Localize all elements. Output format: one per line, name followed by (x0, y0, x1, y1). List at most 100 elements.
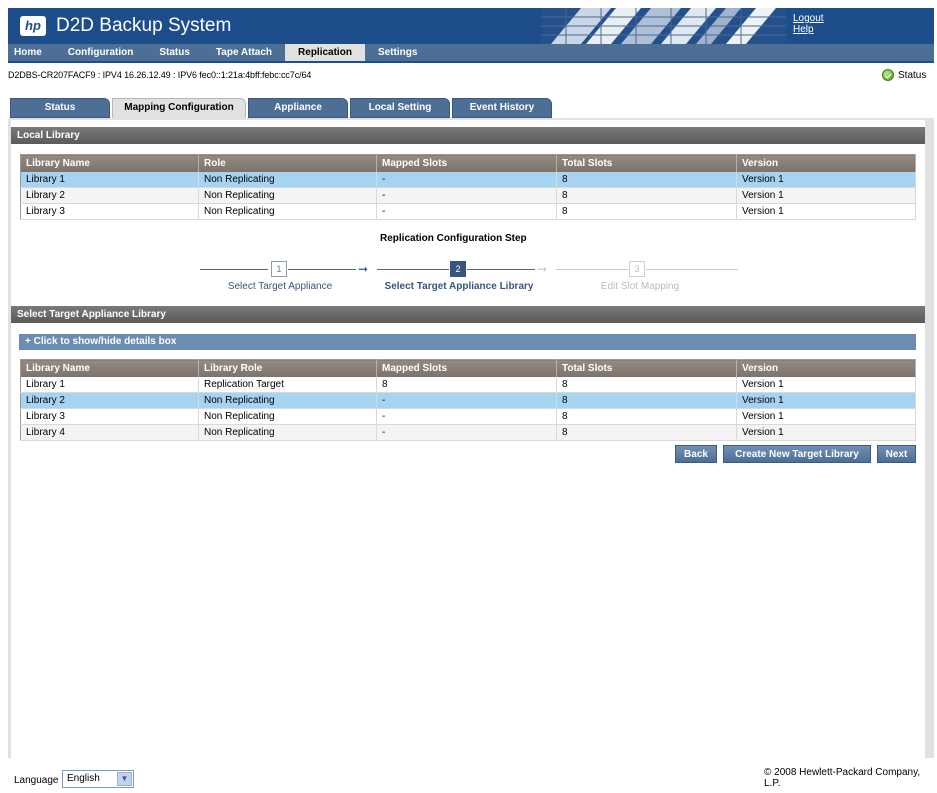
nav-status[interactable]: Status (146, 44, 203, 61)
step-2-label: Select Target Appliance Library (384, 281, 534, 292)
cell-library-name: Library 3 (20, 203, 199, 220)
header-building-image (541, 8, 786, 44)
col-mapped-slots[interactable]: Mapped Slots (376, 359, 557, 377)
language-select[interactable]: English ▼ (62, 770, 134, 788)
col-library-name[interactable]: Library Name (20, 359, 199, 377)
cell-mapped-slots: - (376, 187, 557, 204)
cell-total-slots: 8 (556, 203, 737, 220)
table-header-row: Library Name Role Mapped Slots Total Slo… (20, 154, 916, 172)
device-info: D2DBS-CR207FACF9 : IPV4 16.26.12.49 : IP… (8, 70, 312, 80)
hp-logo: hp (20, 16, 46, 36)
col-mapped-slots[interactable]: Mapped Slots (376, 154, 557, 172)
step-1-label[interactable]: Select Target Appliance (200, 281, 360, 292)
cell-version: Version 1 (736, 203, 916, 220)
step-connector (556, 269, 628, 270)
cell-version: Version 1 (736, 187, 916, 204)
tab-status[interactable]: Status (10, 98, 110, 118)
back-button[interactable]: Back (675, 445, 717, 463)
cell-library-role: Non Replicating (198, 408, 377, 425)
next-button[interactable]: Next (877, 445, 916, 463)
nav-home[interactable]: Home (8, 44, 55, 61)
table-row[interactable]: Library 3 Non Replicating - 8 Version 1 (20, 203, 916, 220)
step-3-box: 3 (629, 261, 645, 277)
cell-total-slots: 8 (556, 424, 737, 441)
language-value: English (67, 773, 100, 784)
create-new-target-library-button[interactable]: Create New Target Library (723, 445, 871, 463)
step-3-label: Edit Slot Mapping (600, 281, 680, 292)
nav-configuration[interactable]: Configuration (55, 44, 147, 61)
col-library-name[interactable]: Library Name (20, 154, 199, 172)
cell-version: Version 1 (736, 424, 916, 441)
cell-mapped-slots: 8 (376, 376, 557, 393)
cell-total-slots: 8 (556, 392, 737, 409)
cell-mapped-slots: - (376, 171, 557, 188)
tab-mapping-configuration[interactable]: Mapping Configuration (112, 98, 246, 118)
app-title: D2D Backup System (56, 15, 232, 36)
target-library-header: Select Target Appliance Library (11, 306, 925, 323)
table-row[interactable]: Library 2 Non Replicating - 8 Version 1 (20, 187, 916, 204)
col-library-role[interactable]: Library Role (198, 359, 377, 377)
main-nav: Home Configuration Status Tape Attach Re… (8, 44, 934, 61)
cell-role: Non Replicating (198, 203, 377, 220)
table-row[interactable]: Library 1 Non Replicating - 8 Version 1 (20, 171, 916, 188)
col-total-slots[interactable]: Total Slots (556, 359, 737, 377)
cell-version: Version 1 (736, 392, 916, 409)
tab-bar: Status Mapping Configuration Appliance L… (10, 98, 552, 118)
col-role[interactable]: Role (198, 154, 377, 172)
status-label: Status (898, 69, 927, 81)
cell-role: Non Replicating (198, 187, 377, 204)
table-row[interactable]: Library 4 Non Replicating - 8 Version 1 (20, 424, 916, 441)
logout-link[interactable]: Logout (793, 13, 824, 24)
col-total-slots[interactable]: Total Slots (556, 154, 737, 172)
local-library-header: Local Library (11, 127, 925, 144)
copyright: © 2008 Hewlett-Packard Company, L.P. (764, 767, 921, 789)
step-title: Replication Configuration Step (380, 233, 527, 244)
cell-mapped-slots: - (376, 203, 557, 220)
tab-appliance[interactable]: Appliance (248, 98, 348, 118)
arrow-right-icon: ➞ (537, 262, 548, 276)
cell-total-slots: 8 (556, 171, 737, 188)
cell-library-name: Library 1 (20, 171, 199, 188)
cell-role: Non Replicating (198, 171, 377, 188)
cell-library-name: Library 3 (20, 408, 199, 425)
language-label: Language (14, 775, 59, 786)
table-header-row: Library Name Library Role Mapped Slots T… (20, 359, 916, 377)
arrow-right-icon: ➞ (358, 262, 369, 276)
col-version[interactable]: Version (736, 359, 916, 377)
step-connector (467, 269, 535, 270)
local-library-table: Library Name Role Mapped Slots Total Slo… (20, 154, 916, 220)
cell-version: Version 1 (736, 376, 916, 393)
nav-settings[interactable]: Settings (365, 44, 430, 61)
cell-library-role: Non Replicating (198, 424, 377, 441)
cell-total-slots: 8 (556, 376, 737, 393)
status-indicator[interactable]: Status (882, 69, 926, 81)
cell-library-name: Library 2 (20, 187, 199, 204)
cell-version: Version 1 (736, 408, 916, 425)
tab-event-history[interactable]: Event History (452, 98, 552, 118)
table-row[interactable]: Library 1 Replication Target 8 8 Version… (20, 376, 916, 393)
tab-local-setting[interactable]: Local Setting (350, 98, 450, 118)
col-version[interactable]: Version (736, 154, 916, 172)
cell-version: Version 1 (736, 171, 916, 188)
step-connector (646, 269, 738, 270)
header-links: Logout Help (793, 13, 824, 35)
table-row[interactable]: Library 2 Non Replicating - 8 Version 1 (20, 392, 916, 409)
nav-divider (8, 61, 934, 63)
details-toggle[interactable]: + Click to show/hide details box (19, 334, 916, 350)
step-connector (288, 269, 356, 270)
cell-total-slots: 8 (556, 408, 737, 425)
cell-total-slots: 8 (556, 187, 737, 204)
chevron-down-icon[interactable]: ▼ (117, 772, 132, 786)
target-library-table: Library Name Library Role Mapped Slots T… (20, 359, 916, 441)
nav-tape-attach[interactable]: Tape Attach (203, 44, 285, 61)
cell-library-role: Replication Target (198, 376, 377, 393)
status-ok-icon (882, 69, 894, 81)
table-row[interactable]: Library 3 Non Replicating - 8 Version 1 (20, 408, 916, 425)
step-connector (200, 269, 268, 270)
nav-replication[interactable]: Replication (285, 44, 365, 61)
help-link[interactable]: Help (793, 24, 824, 35)
cell-library-name: Library 2 (20, 392, 199, 409)
cell-library-name: Library 1 (20, 376, 199, 393)
step-1-box[interactable]: 1 (271, 261, 287, 277)
step-2-box[interactable]: 2 (450, 261, 466, 277)
